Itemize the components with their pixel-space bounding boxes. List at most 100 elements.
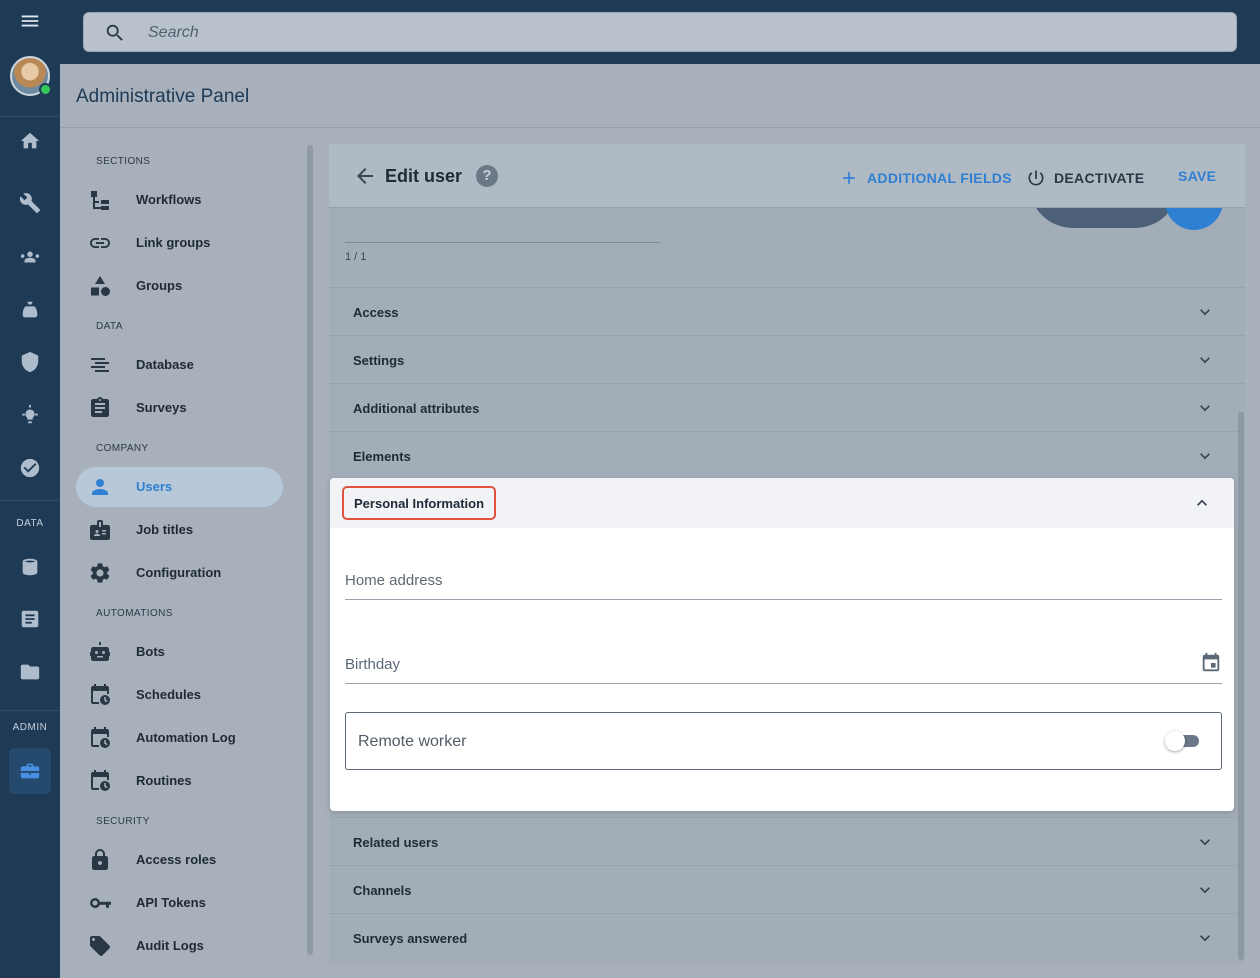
accordion-label: Surveys answered [353,931,468,946]
people-icon[interactable] [18,245,42,269]
rail-divider [0,710,60,711]
sidebar-item-bots[interactable]: Bots [76,632,283,672]
accordion-elements[interactable]: Elements [329,431,1245,479]
shield-icon[interactable] [18,350,42,374]
sidebar-item-label: Users [136,479,173,494]
accordion-access[interactable]: Access [329,287,1245,335]
sidebar-item-label: Automation Log [136,730,236,745]
search-input[interactable] [148,21,748,45]
page-header: Administrative Panel [60,64,1260,128]
rail-section-admin: ADMIN [12,722,48,733]
save-label: SAVE [1178,168,1217,184]
document-icon[interactable] [18,607,42,631]
field-underline [345,242,660,243]
sidebar-item-groups[interactable]: Groups [76,266,283,306]
search-icon [104,22,126,44]
remote-worker-toggle[interactable] [1165,731,1199,751]
sidebar-item-configuration[interactable]: Configuration [76,553,283,593]
sidebar-item-api-tokens[interactable]: API Tokens [76,883,283,923]
tag-icon [88,934,112,958]
lightbulb-icon[interactable] [18,403,42,427]
sidebar-item-link-groups[interactable]: Link groups [76,223,283,263]
remote-worker-label: Remote worker [358,733,467,750]
sidebar-item-workflows[interactable]: Workflows [76,180,283,220]
power-icon [1026,168,1046,188]
database-icon[interactable] [18,555,42,579]
additional-fields-button[interactable]: ADDITIONAL FIELDS [839,168,1012,188]
calendar-clock-icon [88,769,112,793]
page-title: Administrative Panel [76,86,250,107]
bag-icon[interactable] [18,298,42,322]
sidebar-item-label: Link groups [136,235,211,250]
accordion-channels[interactable]: Channels [329,865,1245,913]
sidebar-item-label: Bots [136,644,165,659]
birthday-label: Birthday [345,656,401,673]
plus-icon [839,168,859,188]
sidebar-item-label: Job titles [136,522,194,537]
left-rail: DATA ADMIN [0,0,60,978]
sidebar-section-company: COMPANY [96,443,149,454]
list-icon [88,353,112,377]
toolbox-icon[interactable] [18,759,42,783]
rail-divider [0,116,60,117]
sidebar-item-users[interactable]: Users [76,467,283,507]
gear-icon [88,561,112,585]
edit-user-title: Edit user [385,166,463,186]
accordion-label: Access [353,305,399,320]
sidebar-item-label: Access roles [136,852,217,867]
chevron-down-icon [1195,832,1215,852]
accordion-related-users[interactable]: Related users [329,817,1245,865]
toggle-knob [1165,731,1185,751]
main-scrollbar[interactable] [1238,412,1244,960]
link-icon [88,231,112,255]
home-icon[interactable] [18,129,42,153]
edit-user-card: Edit user ? ADDITIONAL FIELDS DEACTIVATE… [329,144,1245,964]
check-circle-icon[interactable] [18,456,42,480]
chevron-down-icon [1195,302,1215,322]
sidebar-item-schedules[interactable]: Schedules [76,675,283,715]
sidebar-item-audit-logs[interactable]: Audit Logs [76,926,283,966]
badge-icon [88,518,112,542]
deactivate-button[interactable]: DEACTIVATE [1026,168,1144,188]
hamburger-menu-icon[interactable] [18,9,42,33]
sidebar-item-routines[interactable]: Routines [76,761,283,801]
wrench-icon[interactable] [18,191,42,215]
lock-icon [88,848,112,872]
search-bar[interactable] [83,12,1237,52]
shapes-icon [88,274,112,298]
folder-icon[interactable] [18,660,42,684]
accordion-label: Channels [353,883,412,898]
home-address-field[interactable]: Home address [345,560,1222,600]
accordion-label: Related users [353,835,439,850]
accordion-surveys-answered[interactable]: Surveys answered [329,913,1245,961]
sidebar-item-label: Groups [136,278,183,293]
calendar-icon[interactable] [1200,652,1222,674]
sidebar-item-label: Audit Logs [136,938,204,953]
sidebar-section-data: DATA [96,321,123,332]
personal-information-panel: Personal Information Home address Birthd… [330,478,1234,811]
sidebar-item-label: Workflows [136,192,202,207]
rail-section-data: DATA [16,518,44,529]
home-address-label: Home address [345,572,443,589]
sidebar-scrollbar[interactable] [307,145,313,955]
sidebar-item-access-roles[interactable]: Access roles [76,840,283,880]
accordion-settings[interactable]: Settings [329,335,1245,383]
save-button[interactable]: SAVE [1178,168,1216,184]
accordion-additional-attributes[interactable]: Additional attributes [329,383,1245,431]
sidebar-item-automation-log[interactable]: Automation Log [76,718,283,758]
chevron-down-icon [1195,928,1215,948]
chevron-down-icon [1195,398,1215,418]
additional-fields-label: ADDITIONAL FIELDS [867,170,1012,186]
personal-information-header[interactable]: Personal Information [330,478,1234,528]
clipboard-icon [88,396,112,420]
birthday-field[interactable]: Birthday [345,644,1222,684]
back-arrow-icon[interactable] [353,164,377,188]
page-counter: 1 / 1 [345,251,367,263]
help-icon[interactable]: ? [476,165,498,187]
accordion-label: Additional attributes [353,401,480,416]
sidebar-item-job-titles[interactable]: Job titles [76,510,283,550]
accordion-label: Elements [353,449,411,464]
edit-user-header: Edit user ? ADDITIONAL FIELDS DEACTIVATE… [329,144,1245,208]
sidebar-item-database[interactable]: Database [76,345,283,385]
sidebar-item-surveys[interactable]: Surveys [76,388,283,428]
